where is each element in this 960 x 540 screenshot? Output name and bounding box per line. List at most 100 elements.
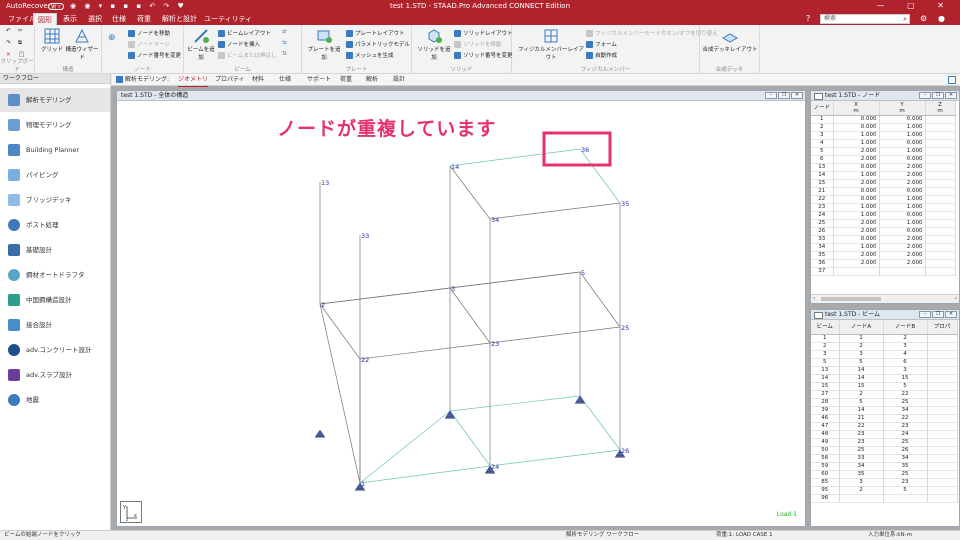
beam-cell[interactable]: 39: [811, 406, 840, 415]
beam-cell[interactable]: [839, 494, 884, 503]
node-cell[interactable]: 2.000: [879, 179, 926, 188]
beam-row[interactable]: 15 15 5: [811, 382, 958, 391]
workflow-item-analytical-modeling[interactable]: 解析モデリング: [0, 88, 110, 112]
beam-member[interactable]: [449, 395, 581, 412]
add-solid-button[interactable]: ソリッドを追加: [416, 28, 452, 61]
beam-row[interactable]: 556: [811, 358, 958, 367]
node-cell[interactable]: 25: [811, 219, 834, 228]
node-cell[interactable]: 1.000: [833, 131, 880, 140]
beam-cell[interactable]: 56: [811, 454, 840, 463]
node-cell[interactable]: 0.000: [833, 115, 880, 124]
node-cell[interactable]: [925, 211, 956, 220]
node-row[interactable]: 13 0.000 2.000: [811, 163, 956, 172]
tab-spec[interactable]: 仕様: [108, 13, 130, 25]
node-cell[interactable]: 37: [811, 267, 834, 276]
beam-cell[interactable]: 21: [839, 414, 884, 423]
node-cell[interactable]: [925, 179, 956, 188]
beam-row[interactable]: 39 14 34: [811, 406, 958, 415]
beam-cell[interactable]: [927, 366, 958, 375]
node-cell[interactable]: 4: [811, 139, 834, 148]
node-cell[interactable]: 2: [811, 123, 834, 132]
node-cell[interactable]: 1.000: [833, 203, 880, 212]
node-label[interactable]: 14: [451, 163, 459, 171]
tab-select[interactable]: 選択: [84, 13, 106, 25]
node-cell[interactable]: [925, 123, 956, 132]
help-icon[interactable]: ?: [806, 14, 810, 23]
node-cell[interactable]: 1.000: [879, 123, 926, 132]
tab-analysis-design[interactable]: 解析と設計: [158, 13, 201, 25]
node-cell[interactable]: [925, 203, 956, 212]
node-row[interactable]: 22 0.000 1.000: [811, 195, 956, 204]
structure-wizard-button[interactable]: 構造ウィザード: [65, 28, 99, 61]
beam-cell[interactable]: 27: [811, 390, 840, 399]
form-button[interactable]: フォーム: [586, 40, 617, 48]
close-icon[interactable]: ✕: [945, 311, 957, 318]
fixed-support-icon[interactable]: [575, 395, 585, 403]
node-row[interactable]: 4 1.000 0.000: [811, 139, 956, 148]
minimize-icon[interactable]: –: [919, 311, 931, 318]
beam-cell[interactable]: 3: [839, 350, 884, 359]
beam-cell[interactable]: 14: [839, 406, 884, 415]
page-tab-geometry[interactable]: ジオメトリ: [178, 74, 209, 87]
search-icon[interactable]: ⌕: [903, 15, 907, 23]
beam-cell[interactable]: 24: [883, 430, 928, 439]
workflow-item-piping[interactable]: パイピング: [0, 163, 110, 187]
beam-cell[interactable]: [927, 374, 958, 383]
node-cell[interactable]: 0.000: [879, 187, 926, 196]
node-label[interactable]: 33: [361, 232, 369, 240]
workflow-item-building-planner[interactable]: Building Planner: [0, 138, 110, 162]
page-tab-property[interactable]: プロパティ: [215, 74, 245, 86]
page-tab-material[interactable]: 材料: [252, 74, 264, 86]
beam-member[interactable]: [579, 148, 621, 204]
beam-member[interactable]: [359, 465, 491, 484]
node-cell[interactable]: 2.000: [833, 227, 880, 236]
node-cell[interactable]: 1.000: [833, 139, 880, 148]
beam-cell[interactable]: 25: [839, 446, 884, 455]
beam-tool-icon-3[interactable]: ⇅: [282, 51, 287, 57]
workflow-item-adv-concrete-design[interactable]: adv.コンクリート設計: [0, 338, 110, 362]
beam-cell[interactable]: 50: [811, 446, 840, 455]
beam-member[interactable]: [489, 326, 621, 344]
cut-icon[interactable]: ✂: [18, 28, 23, 34]
model-viewport-window[interactable]: test 1.STD - 全体の構造 – ❐ ✕ 1 2 3 5 13 14 22 23 24 25 2…: [116, 90, 806, 527]
node-label[interactable]: 3: [451, 285, 455, 293]
node-cell[interactable]: 13: [811, 163, 834, 172]
node-cell[interactable]: 1.000: [879, 195, 926, 204]
node-cell[interactable]: [925, 163, 956, 172]
node-cell[interactable]: 14: [811, 171, 834, 180]
node-label[interactable]: 5: [581, 269, 585, 277]
node-cell[interactable]: 2.000: [833, 147, 880, 156]
beam-row[interactable]: 95 2 5: [811, 486, 958, 495]
node-cell[interactable]: [925, 195, 956, 204]
node-row[interactable]: 1 0.000 0.000: [811, 115, 956, 124]
beam-cell[interactable]: 22: [883, 390, 928, 399]
beam-cell[interactable]: [927, 438, 958, 447]
beam-member[interactable]: [359, 342, 491, 360]
col-beam[interactable]: ビーム: [811, 320, 840, 335]
node-row[interactable]: 6 2.000 0.000: [811, 155, 956, 164]
search-input[interactable]: 検索 ⌕: [820, 14, 910, 24]
beam-cell[interactable]: 15: [883, 374, 928, 383]
beam-cell[interactable]: 48: [811, 430, 840, 439]
beam-tool-icon-2[interactable]: ⇆: [282, 40, 287, 46]
node-cell[interactable]: 2.000: [833, 259, 880, 268]
page-tab-design[interactable]: 設計: [393, 74, 405, 86]
beam-cell[interactable]: 85: [811, 478, 840, 487]
beam-cell[interactable]: [927, 334, 958, 343]
beam-cell[interactable]: 5: [883, 382, 928, 391]
beam-cell[interactable]: 34: [839, 462, 884, 471]
node-label[interactable]: 2: [321, 301, 325, 309]
beam-cell[interactable]: 14: [839, 366, 884, 375]
page-tab-support[interactable]: サポート: [307, 74, 331, 86]
beam-cell[interactable]: 3: [883, 342, 928, 351]
page-tab-analysis[interactable]: 解析: [366, 74, 378, 86]
tab-load[interactable]: 荷重: [133, 13, 155, 25]
beam-member[interactable]: [449, 148, 581, 167]
node-icon[interactable]: ⊕: [108, 33, 116, 43]
beam-cell[interactable]: 5: [883, 486, 928, 495]
node-cell[interactable]: [925, 115, 956, 124]
beam-cell[interactable]: 15: [839, 382, 884, 391]
auto-create-button[interactable]: 自動作成: [586, 51, 617, 59]
node-cell[interactable]: 2.000: [879, 251, 926, 260]
beam-cell[interactable]: 2: [811, 342, 840, 351]
